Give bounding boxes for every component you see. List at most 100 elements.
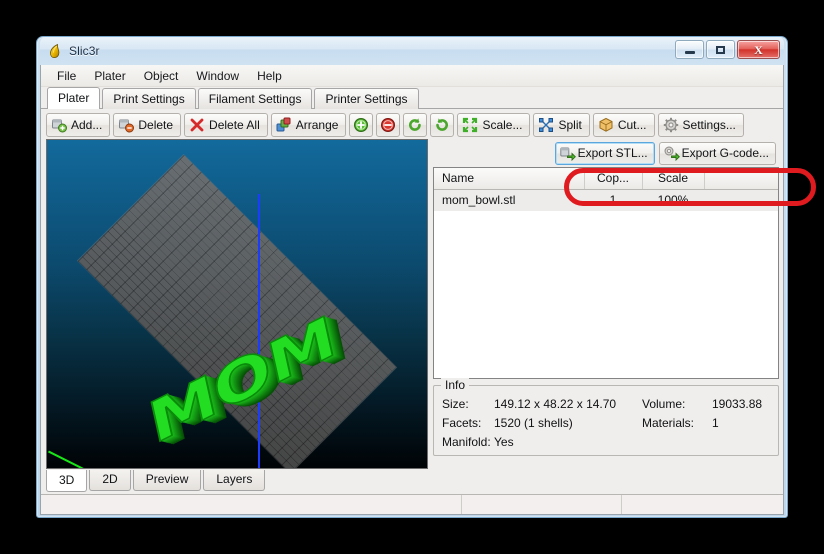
status-bar <box>41 494 783 514</box>
info-facets-label: Facets: <box>442 416 482 430</box>
info-volume-value: 19033.88 <box>712 397 763 411</box>
column-header-name[interactable]: Name <box>434 168 585 190</box>
window-controls: X <box>675 40 780 59</box>
menu-object[interactable]: Object <box>135 67 188 85</box>
info-groupbox: Info Size: 149.12 x 48.22 x 14.70 Volume… <box>433 378 779 456</box>
info-size-label: Size: <box>442 397 469 411</box>
add-button-label: Add... <box>71 117 103 132</box>
column-header-copies[interactable]: Cop... <box>584 168 643 190</box>
settings-button-label: Settings... <box>682 117 736 132</box>
table-row[interactable]: mom_bowl.stl 1 100% <box>434 189 778 211</box>
menu-file[interactable]: File <box>48 67 85 85</box>
maximize-button[interactable] <box>706 40 735 59</box>
export-gcode-label: Export G-code... <box>681 146 769 160</box>
export-stl-button[interactable]: Export STL... <box>554 141 655 165</box>
view-tab-3d[interactable]: 3D <box>46 470 88 492</box>
plater-toolbar: Add... Delete Delete All Arrange Scale..… <box>41 109 783 139</box>
menu-help[interactable]: Help <box>248 67 291 85</box>
split-button[interactable]: Split <box>533 112 590 137</box>
menu-plater[interactable]: Plater <box>85 67 134 85</box>
delete-object-icon <box>119 119 135 132</box>
split-icon <box>539 117 554 132</box>
maximize-icon <box>716 45 725 54</box>
menu-window[interactable]: Window <box>187 67 248 85</box>
cell-object-name: mom_bowl.stl <box>434 189 584 211</box>
tab-filament-settings[interactable]: Filament Settings <box>197 88 313 109</box>
arrange-icon <box>276 117 291 131</box>
add-button[interactable]: Add... <box>46 112 111 137</box>
delete-all-button-label: Delete All <box>209 117 260 132</box>
rotate-cw-button[interactable] <box>430 112 455 137</box>
rotate-cw-icon <box>436 117 449 131</box>
object-list-header: Name Cop... Scale <box>434 168 778 190</box>
scene-background: MOM <box>47 140 427 468</box>
info-manifold-value: Yes <box>494 435 514 449</box>
scale-button[interactable]: Scale... <box>457 112 531 137</box>
close-icon: X <box>754 42 763 57</box>
info-facets-value: 1520 (1 shells) <box>494 416 573 430</box>
settings-gear-icon <box>663 117 678 132</box>
export-stl-label: Export STL... <box>577 146 648 160</box>
tab-plater[interactable]: Plater <box>47 87 101 109</box>
slic3r-main-window: Slic3r X File Plater Object Window Help … <box>36 36 816 518</box>
export-gcode-button[interactable]: Export G-code... <box>658 141 776 165</box>
info-manifold-label: Manifold: <box>442 435 491 449</box>
info-materials-label: Materials: <box>642 416 695 430</box>
view-mode-tabs: 3D 2D Preview Layers <box>46 469 428 492</box>
increase-copies-icon <box>354 117 369 132</box>
scale-button-label: Scale... <box>482 117 523 132</box>
cut-button-label: Cut... <box>617 117 647 132</box>
window-title: Slic3r <box>69 44 100 58</box>
increase-copies-button[interactable] <box>349 112 374 137</box>
status-cell-1 <box>41 495 462 514</box>
object-list[interactable]: Name Cop... Scale mom_bowl.stl 1 100% <box>433 167 779 379</box>
split-button-label: Split <box>558 117 582 132</box>
plater-left-pane: MOM 3D 2D Preview Layers <box>46 139 428 492</box>
export-button-row: Export STL... Export G-code... <box>433 139 779 167</box>
decrease-copies-button[interactable] <box>376 112 401 137</box>
minimize-button[interactable] <box>675 40 704 59</box>
info-volume-label: Volume: <box>642 397 686 411</box>
cell-object-scale: 100% <box>642 189 704 211</box>
column-header-scale[interactable]: Scale <box>642 168 705 190</box>
column-header-blank[interactable] <box>704 168 778 190</box>
rotate-ccw-button[interactable] <box>403 112 428 137</box>
info-legend: Info <box>441 378 470 392</box>
window-titlebar: Slic3r X <box>40 37 784 65</box>
main-split-area: MOM 3D 2D Preview Layers Export STL... E… <box>41 139 783 492</box>
notebook-tabstrip: Plater Print Settings Filament Settings … <box>41 87 783 109</box>
rotate-ccw-icon <box>409 117 422 131</box>
view-tab-layers[interactable]: Layers <box>203 470 266 491</box>
info-size-value: 149.12 x 48.22 x 14.70 <box>494 397 617 411</box>
arrange-button-label: Arrange <box>295 117 339 132</box>
arrange-button[interactable]: Arrange <box>270 112 347 137</box>
export-gcode-icon <box>664 146 680 161</box>
tab-printer-settings[interactable]: Printer Settings <box>314 88 419 109</box>
view-tab-preview[interactable]: Preview <box>132 470 202 491</box>
scale-icon <box>463 117 478 132</box>
window-client-area: File Plater Object Window Help Plater Pr… <box>40 65 784 515</box>
delete-button[interactable]: Delete <box>113 112 182 137</box>
delete-all-button[interactable]: Delete All <box>184 112 268 137</box>
minimize-icon <box>684 51 695 54</box>
menubar: File Plater Object Window Help <box>41 65 783 87</box>
info-materials-value: 1 <box>712 416 719 430</box>
cut-button[interactable]: Cut... <box>592 112 655 137</box>
cell-object-blank <box>704 189 778 211</box>
decrease-copies-icon <box>381 117 396 132</box>
delete-all-icon <box>190 118 204 131</box>
status-cell-3 <box>622 495 783 514</box>
cell-object-copies: 1 <box>584 189 642 211</box>
tab-print-settings[interactable]: Print Settings <box>102 88 196 109</box>
plater-right-pane: Export STL... Export G-code... Name Cop.… <box>433 139 779 491</box>
export-stl-icon <box>559 147 576 161</box>
status-cell-2 <box>462 495 622 514</box>
cut-icon <box>599 117 613 132</box>
view-tab-2d[interactable]: 2D <box>89 470 131 491</box>
delete-button-label: Delete <box>138 117 174 132</box>
settings-button[interactable]: Settings... <box>657 112 744 137</box>
plater-3d-canvas[interactable]: MOM <box>46 139 428 469</box>
close-button[interactable]: X <box>737 40 780 59</box>
add-object-icon <box>52 119 67 132</box>
slic3r-logo-icon <box>47 43 63 59</box>
